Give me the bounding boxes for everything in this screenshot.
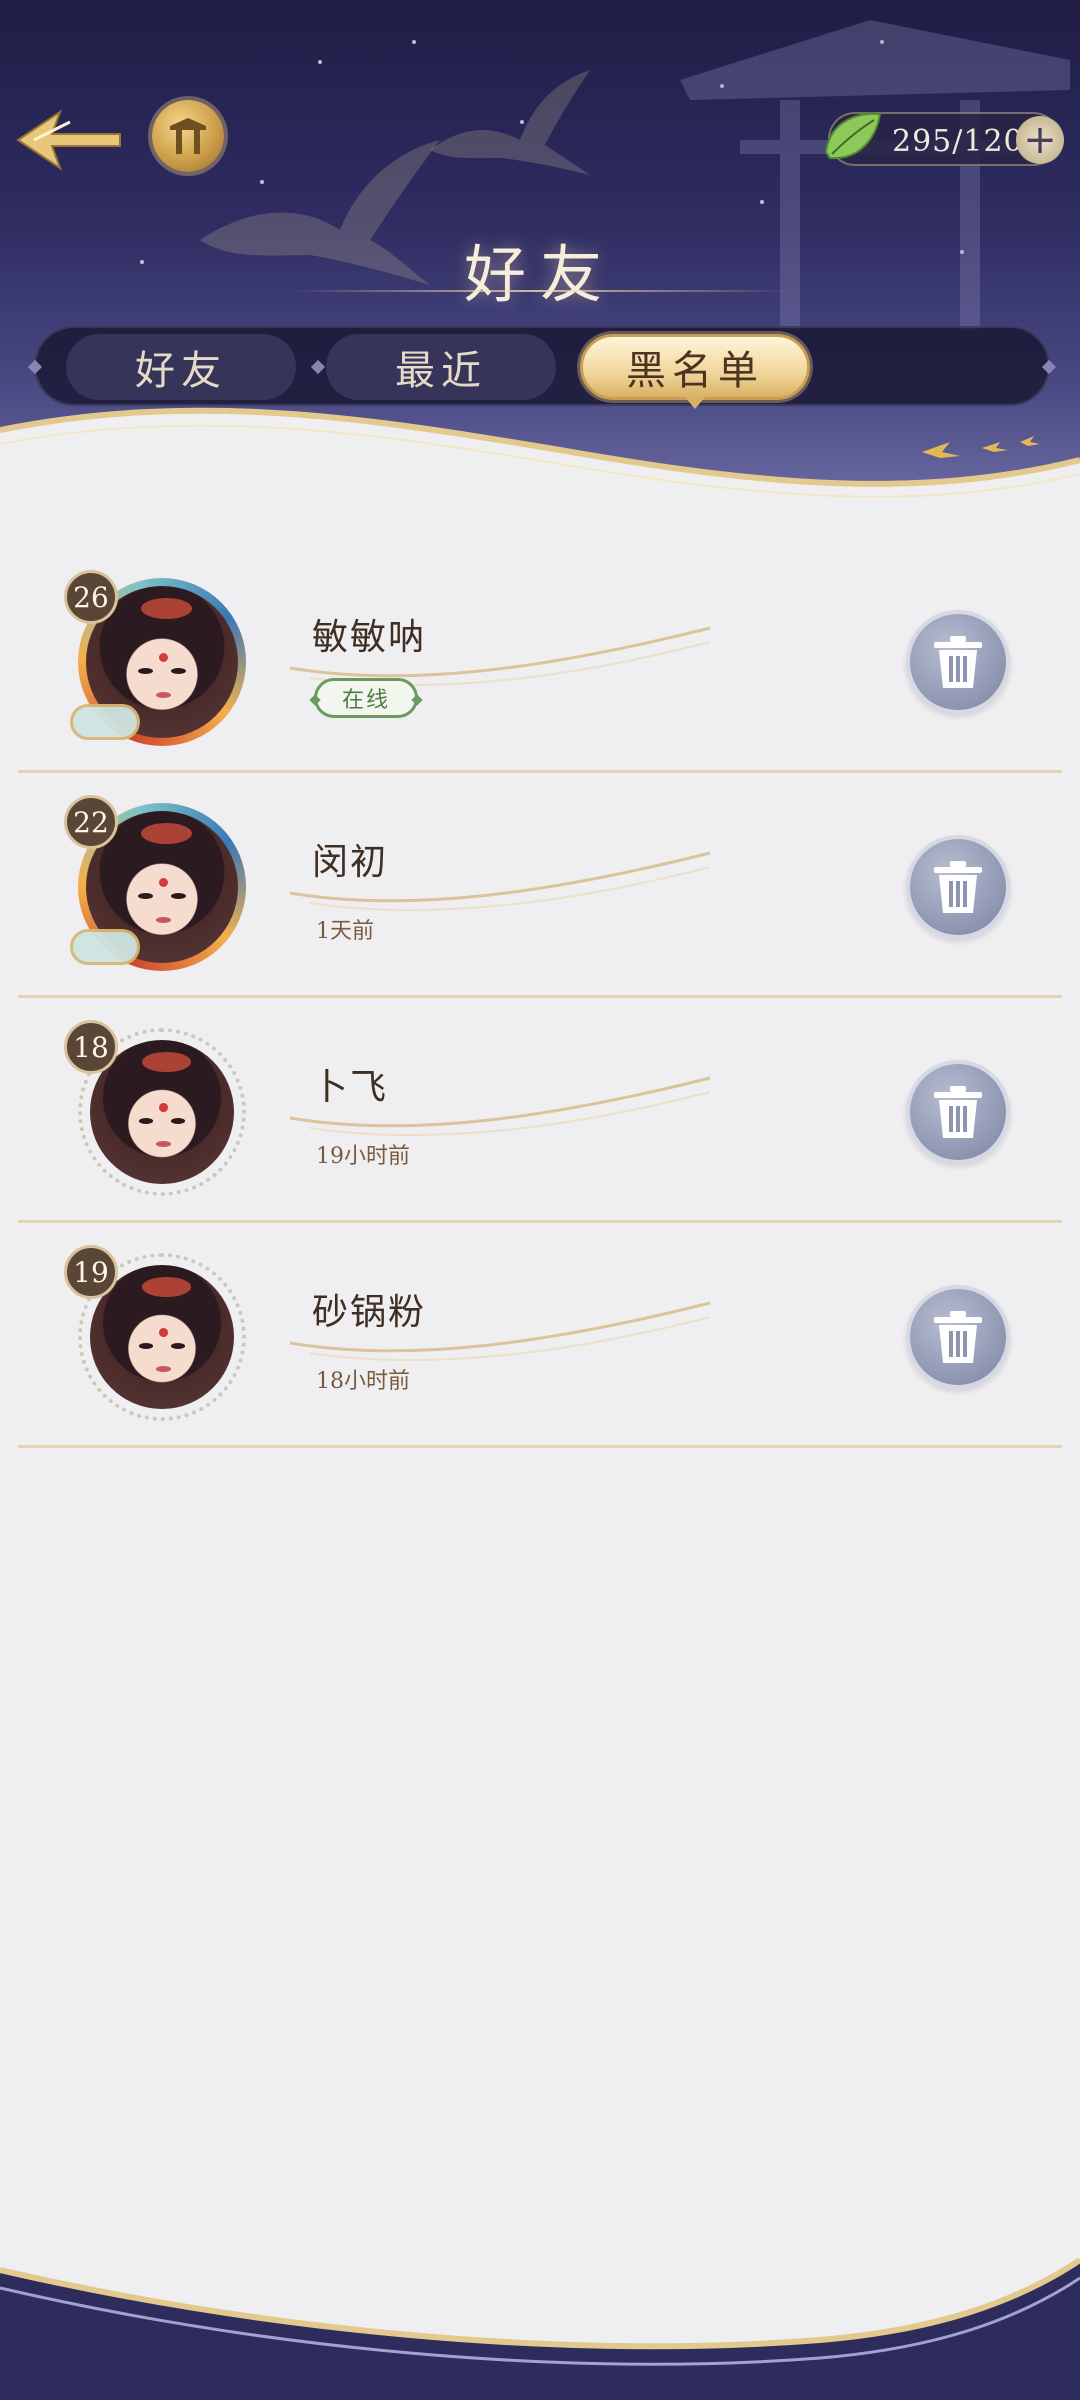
page-title: 好友 bbox=[463, 238, 616, 311]
tab-recent[interactable]: 最近 bbox=[326, 334, 556, 400]
add-stamina-button[interactable]: + bbox=[1016, 116, 1064, 164]
remove-from-blacklist-button[interactable] bbox=[906, 610, 1010, 714]
header-wave-border bbox=[0, 407, 1080, 500]
back-arrow-icon[interactable] bbox=[12, 100, 124, 180]
cloud-ornament-icon bbox=[70, 704, 140, 740]
title-underline bbox=[290, 290, 790, 292]
swallow-birds-icon bbox=[922, 436, 1040, 458]
home-button[interactable] bbox=[152, 100, 224, 172]
blacklist: 26 敏敏呐 在线 22 闵初 1天前 18 卜飞 19小时前 19 砂锅粉 1… bbox=[0, 548, 1080, 1448]
list-item: 26 敏敏呐 在线 bbox=[0, 548, 1080, 773]
level-badge: 22 bbox=[64, 795, 118, 849]
tab-bar: 好友 最近 黑名单 bbox=[27, 326, 1057, 409]
row-divider bbox=[18, 1445, 1062, 1448]
trash-icon bbox=[934, 861, 982, 913]
player-name: 敏敏呐 bbox=[312, 617, 427, 658]
last-online-time: 18小时前 bbox=[316, 1369, 410, 1394]
cloud-ornament-icon bbox=[70, 929, 140, 965]
stamina-value: 295/120 bbox=[892, 124, 1024, 159]
tab-separator bbox=[310, 359, 326, 375]
avatar[interactable]: 19 bbox=[64, 1245, 246, 1421]
avatar[interactable]: 22 bbox=[64, 795, 246, 971]
trash-icon bbox=[934, 636, 982, 688]
level-badge: 26 bbox=[64, 570, 118, 624]
remove-from-blacklist-button[interactable] bbox=[906, 835, 1010, 939]
leaf-icon bbox=[824, 112, 882, 160]
trash-icon bbox=[934, 1311, 982, 1363]
player-name: 卜飞 bbox=[312, 1067, 389, 1108]
tab-blacklist[interactable]: 黑名单 bbox=[580, 334, 810, 409]
gate-icon bbox=[170, 118, 206, 154]
list-item: 19 砂锅粉 18小时前 bbox=[0, 1223, 1080, 1448]
top-banner: 295/120 + 好友 好友 最近 黑名单 bbox=[0, 0, 1080, 500]
crane-decoration-icon bbox=[430, 70, 590, 175]
player-name: 闵初 bbox=[312, 842, 389, 883]
avatar[interactable]: 18 bbox=[64, 1020, 246, 1196]
last-online-time: 1天前 bbox=[316, 919, 374, 944]
player-name: 砂锅粉 bbox=[312, 1292, 427, 1333]
online-status-badge: 在线 bbox=[314, 678, 418, 718]
level-badge: 19 bbox=[64, 1245, 118, 1299]
tab-friends[interactable]: 好友 bbox=[66, 334, 296, 400]
remove-from-blacklist-button[interactable] bbox=[906, 1060, 1010, 1164]
stamina-counter: 295/120 + bbox=[824, 112, 1064, 166]
footer-wave-border bbox=[0, 2257, 1080, 2400]
level-badge: 18 bbox=[64, 1020, 118, 1074]
remove-from-blacklist-button[interactable] bbox=[906, 1285, 1010, 1389]
list-item: 22 闵初 1天前 bbox=[0, 773, 1080, 998]
last-online-time: 19小时前 bbox=[316, 1144, 410, 1169]
avatar[interactable]: 26 bbox=[64, 570, 246, 746]
trash-icon bbox=[934, 1086, 982, 1138]
list-item: 18 卜飞 19小时前 bbox=[0, 998, 1080, 1223]
